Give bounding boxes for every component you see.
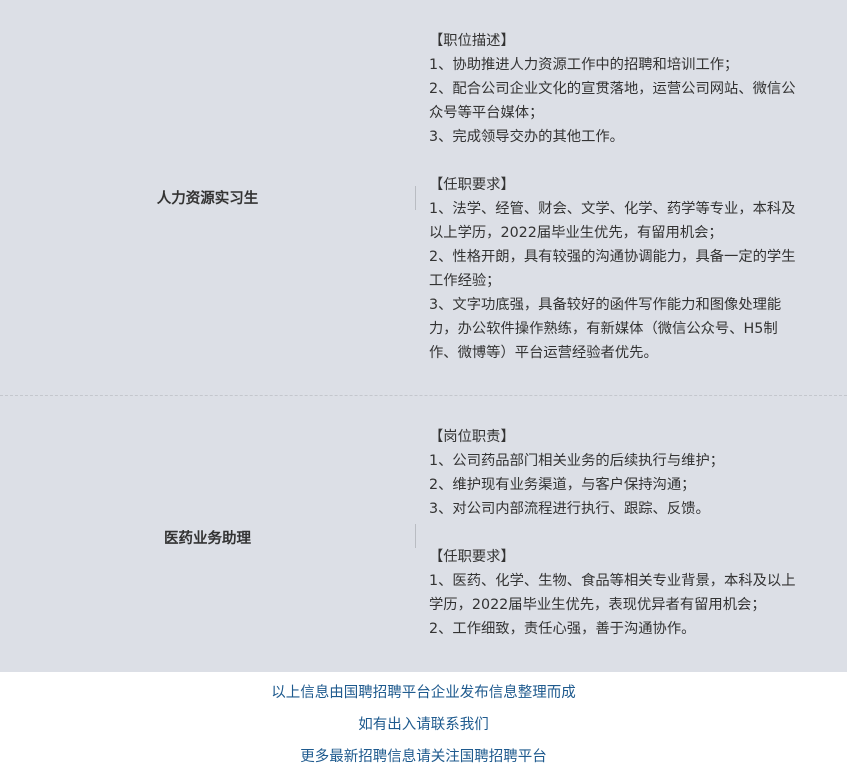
job-row-pharma-assistant: 医药业务助理 【岗位职责】 1、公司药品部门相关业务的后续执行与维护； 2、维护… <box>0 395 847 672</box>
footer-contact-note: 如有出入请联系我们 <box>358 717 489 733</box>
section-heading: 【职位描述】 <box>429 33 515 49</box>
description-line: 2、维护现有业务渠道，与客户保持沟通； <box>429 477 696 493</box>
description-line: 3、对公司内部流程进行执行、跟踪、反馈。 <box>429 501 710 517</box>
requirement-line: 学历，2022届毕业生优先，表现优异者有留用机会； <box>429 597 766 613</box>
description-line: 2、配合公司企业文化的宣贯落地，运营公司网站、微信公 <box>429 81 796 97</box>
section-heading: 【任职要求】 <box>429 177 515 193</box>
requirement-line: 2、性格开朗，具有较强的沟通协调能力，具备一定的学生 <box>429 249 796 265</box>
requirement-line: 1、法学、经管、财会、文学、化学、药学等专业，本科及 <box>429 201 796 217</box>
requirement-line: 3、文字功底强，具备较好的函件写作能力和图像处理能 <box>429 297 782 313</box>
requirement-line: 作、微博等）平台运营经验者优先。 <box>429 345 658 361</box>
job-title: 医药业务助理 <box>164 531 251 547</box>
column-divider <box>415 186 416 210</box>
requirement-line: 力，办公软件操作熟练，有新媒体（微信公众号、H5制 <box>429 321 778 337</box>
section-heading: 【岗位职责】 <box>429 429 515 445</box>
requirement-line: 以上学历，2022届毕业生优先，有留用机会； <box>429 225 723 241</box>
description-line: 3、完成领导交办的其他工作。 <box>429 129 624 145</box>
footer-follow-note: 更多最新招聘信息请关注国聘招聘平台 <box>300 749 547 765</box>
requirement-line: 1、医药、化学、生物、食品等相关专业背景，本科及以上 <box>429 573 796 589</box>
description-line: 1、协助推进人力资源工作中的招聘和培训工作； <box>429 57 739 73</box>
job-description: 【职位描述】 1、协助推进人力资源工作中的招聘和培训工作； 2、配合公司企业文化… <box>429 29 842 365</box>
requirement-line: 2、工作细致，责任心强，善于沟通协作。 <box>429 621 696 637</box>
job-table: 人力资源实习生 【职位描述】 1、协助推进人力资源工作中的招聘和培训工作； 2、… <box>0 0 847 672</box>
requirement-line: 工作经验； <box>429 273 501 289</box>
job-description: 【岗位职责】 1、公司药品部门相关业务的后续执行与维护； 2、维护现有业务渠道，… <box>429 425 842 641</box>
job-row-hr-intern: 人力资源实习生 【职位描述】 1、协助推进人力资源工作中的招聘和培训工作； 2、… <box>0 0 847 395</box>
description-line: 众号等平台媒体； <box>429 105 544 121</box>
column-divider <box>415 524 416 548</box>
section-heading: 【任职要求】 <box>429 549 515 565</box>
job-title: 人力资源实习生 <box>156 191 259 207</box>
description-line: 1、公司药品部门相关业务的后续执行与维护； <box>429 453 725 469</box>
footer-source-note: 以上信息由国聘招聘平台企业发布信息整理而成 <box>271 685 576 701</box>
